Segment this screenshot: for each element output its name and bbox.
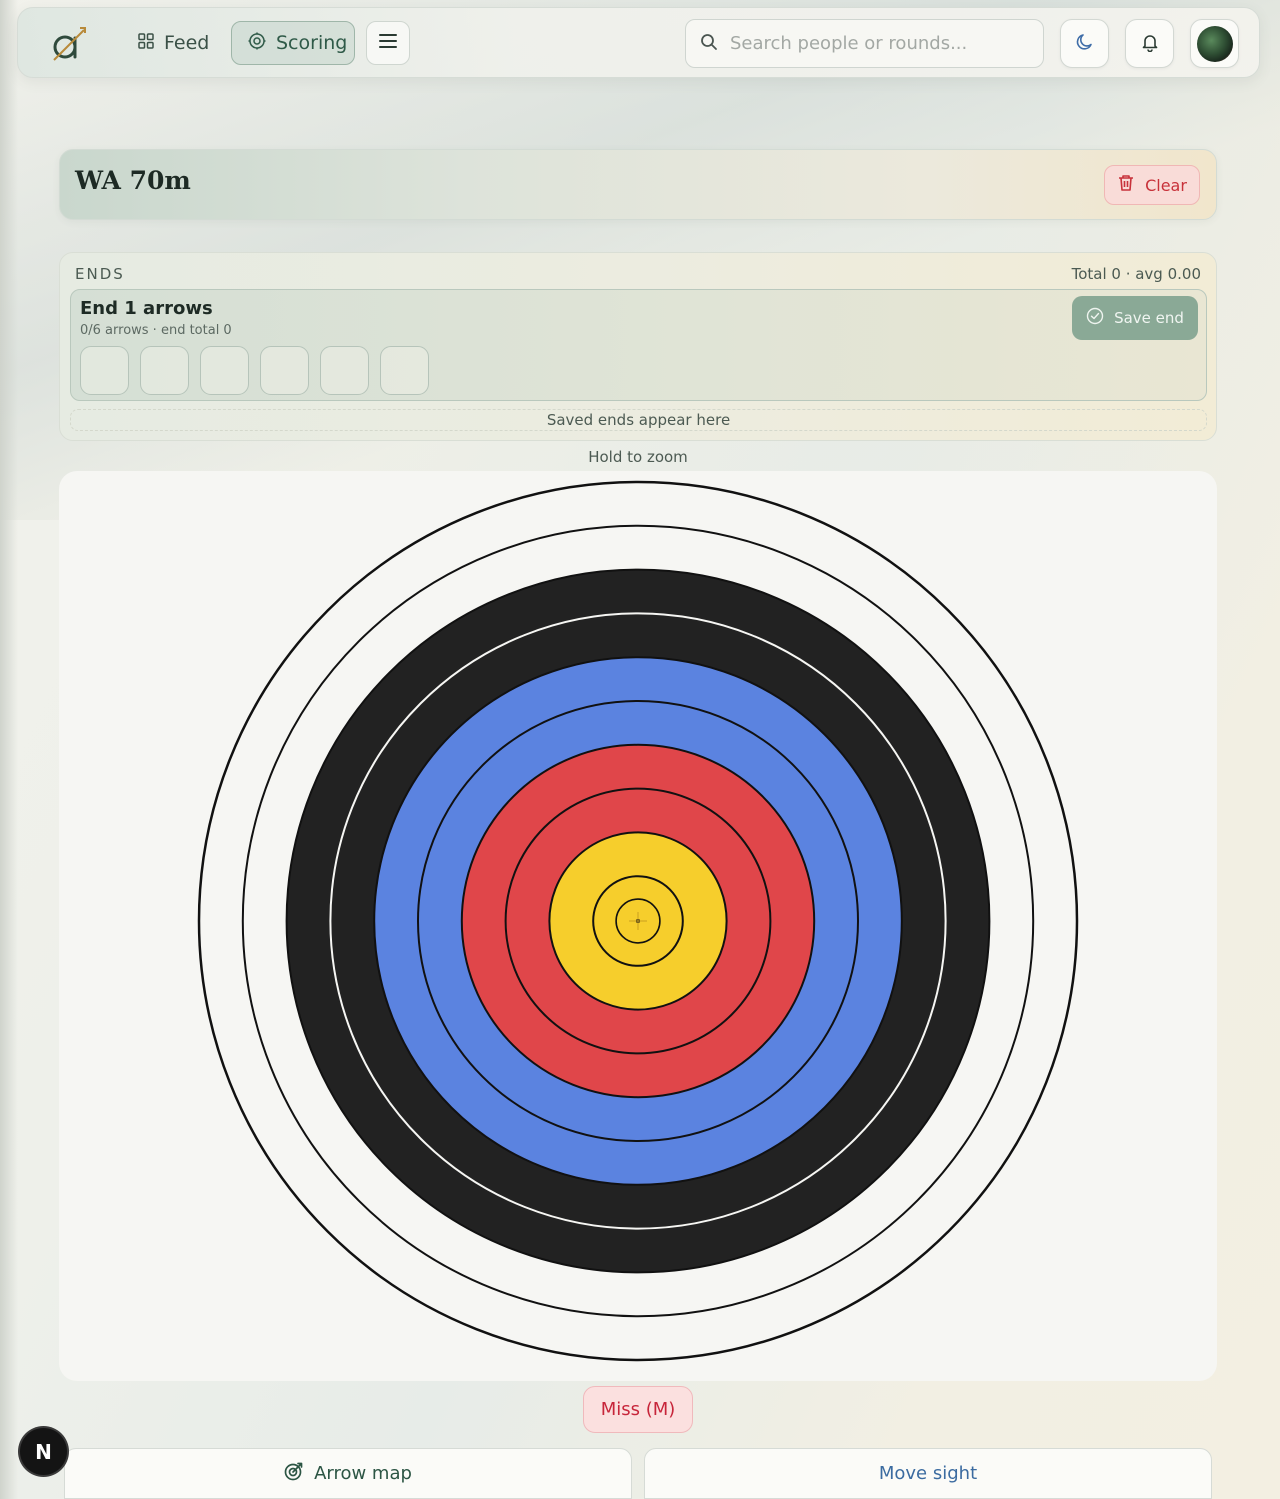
target-face-card [59,471,1217,1381]
arrow-slot[interactable] [80,346,129,395]
ends-card: ENDS Total 0 · avg 0.00 End 1 arrows 0/6… [59,252,1217,441]
notifications-button[interactable] [1125,19,1174,68]
miss-button[interactable]: Miss (M) [583,1386,693,1433]
arrow-slot[interactable] [200,346,249,395]
clear-button[interactable]: Clear [1104,165,1200,205]
search-box [685,19,1044,68]
round-title: WA 70m [75,166,191,195]
move-sight-button[interactable]: Move sight [644,1448,1212,1499]
move-sight-label: Move sight [878,1463,978,1484]
save-end-label: Save end [1114,309,1184,327]
arrow-slot[interactable] [320,346,369,395]
current-end-title: End 1 arrows [80,298,213,319]
moon-icon [1075,32,1095,56]
nav-scoring-label: Scoring [276,32,348,54]
dev-badge[interactable]: N [20,1428,67,1475]
hamburger-icon [379,33,397,53]
target-arrow-icon [284,1461,304,1486]
left-edge-shade [0,0,18,1499]
profile-button[interactable] [1190,19,1239,68]
menu-button[interactable] [366,21,410,65]
app-logo-icon[interactable] [48,24,88,64]
round-title-card: WA 70m Clear [59,149,1217,220]
top-navigation-bar: Feed Scoring [17,7,1260,78]
grid-icon [138,32,154,54]
arrow-slots [80,346,429,395]
nav-feed-label: Feed [164,32,210,54]
trash-icon [1117,174,1135,196]
archery-target-face[interactable] [196,479,1080,1363]
arrow-slot[interactable] [260,346,309,395]
nav-scoring[interactable]: Scoring [231,21,355,65]
bell-icon [1140,32,1160,56]
clear-label: Clear [1145,175,1187,195]
save-end-button[interactable]: Save end [1072,296,1198,340]
check-circle-icon [1086,307,1104,329]
arrow-slot[interactable] [380,346,429,395]
search-input[interactable] [730,33,1030,54]
target-icon [248,32,266,55]
saved-ends-placeholder: Saved ends appear here [70,409,1207,431]
ends-total: Total 0 · avg 0.00 [1071,265,1201,283]
avatar [1196,25,1233,62]
arrow-map-button[interactable]: Arrow map [64,1448,632,1499]
current-end-subtitle: 0/6 arrows · end total 0 [80,323,232,338]
zoom-hint: Hold to zoom [588,448,688,466]
current-end-panel: End 1 arrows 0/6 arrows · end total 0 Sa… [70,289,1207,401]
arrow-map-label: Arrow map [314,1463,412,1484]
nav-feed[interactable]: Feed [122,21,225,65]
ends-section-label: ENDS [75,265,125,283]
search-icon [700,33,718,55]
arrow-slot[interactable] [140,346,189,395]
theme-toggle-button[interactable] [1060,19,1109,68]
